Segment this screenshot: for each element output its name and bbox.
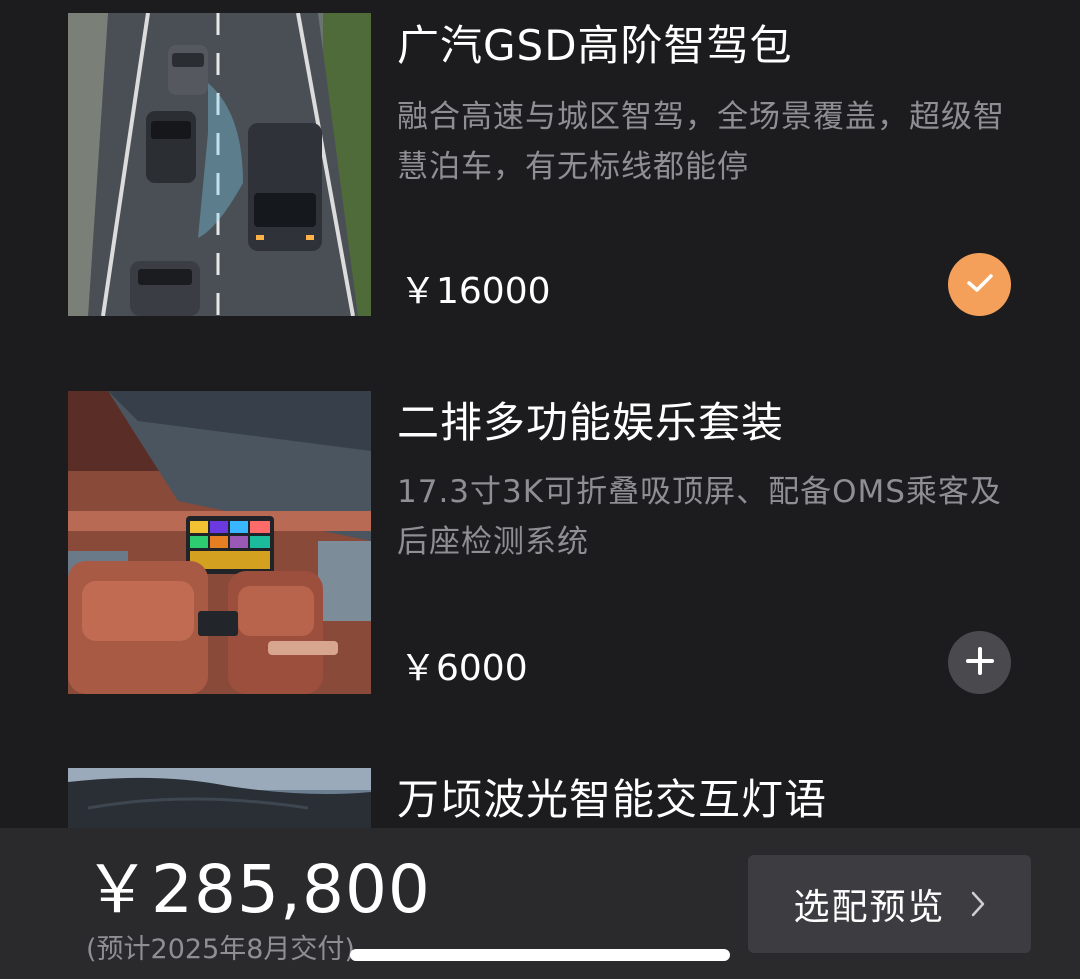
preview-button[interactable]: 选配预览 — [748, 855, 1031, 953]
check-icon — [965, 271, 995, 299]
option-add-toggle[interactable] — [948, 631, 1011, 694]
car-interior-image — [68, 391, 371, 694]
option-price: ￥16000 — [400, 271, 551, 312]
highway-cars-image — [68, 13, 371, 316]
option-card-lighting[interactable]: 万顷波光智能交互灯语 — [0, 768, 1080, 828]
option-description: 17.3寸3K可折叠吸顶屏、配备OMS乘客及后座检测系统 — [397, 474, 1002, 560]
preview-button-label: 选配预览 — [793, 887, 946, 928]
chevron-right-icon — [970, 890, 986, 918]
total-price: ￥285,800 — [84, 851, 431, 928]
option-price: ￥6000 — [400, 648, 528, 689]
option-selected-toggle[interactable] — [948, 253, 1011, 316]
option-description: 融合高速与城区智驾，全场景覆盖，超级智慧泊车，有无标线都能停 — [397, 99, 1005, 185]
option-card-entertainment[interactable]: 二排多功能娱乐套装 17.3寸3K可折叠吸顶屏、配备OMS乘客及后座检测系统 ￥… — [0, 377, 1080, 697]
home-indicator[interactable] — [350, 949, 730, 961]
app-viewport: 广汽GSD高阶智驾包 融合高速与城区智驾，全场景覆盖，超级智慧泊车，有无标线都能… — [0, 0, 1080, 979]
option-card-gsd[interactable]: 广汽GSD高阶智驾包 融合高速与城区智驾，全场景覆盖，超级智慧泊车，有无标线都能… — [0, 0, 1080, 320]
option-title: 广汽GSD高阶智驾包 — [397, 21, 793, 70]
option-title: 二排多功能娱乐套装 — [397, 398, 785, 447]
delivery-note: (预计2025年8月交付) — [86, 934, 355, 965]
plus-icon — [965, 646, 995, 680]
option-title: 万顷波光智能交互灯语 — [397, 775, 828, 824]
car-hood-image — [68, 768, 371, 828]
